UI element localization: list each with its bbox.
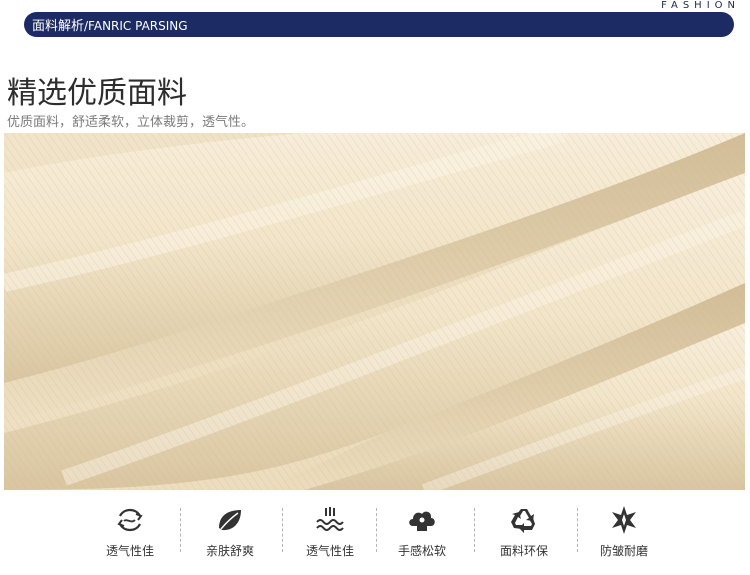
feature-item: 面料环保 (474, 500, 574, 570)
feature-item: 透气性佳 (280, 500, 380, 570)
leaf-icon (219, 510, 241, 531)
main-heading: 精选优质面料 (7, 76, 187, 111)
feature-item: 手感松软 (372, 500, 472, 570)
section-header-bar: 面料解析/FANRIC PARSING (24, 12, 734, 37)
feature-label: 手感松软 (397, 544, 446, 558)
section-title-en: /FANRIC PARSING (84, 19, 188, 33)
airflow-icon (117, 508, 143, 532)
section-title-cn: 面料解析 (32, 19, 85, 34)
feature-label: 透气性佳 (305, 544, 354, 558)
feature-item: 亲肤舒爽 (180, 500, 280, 570)
feature-item: 防皱耐磨 (574, 500, 674, 570)
feature-label: 亲肤舒爽 (205, 544, 254, 558)
feature-label: 透气性佳 (105, 544, 154, 558)
fabric-texture-image (4, 133, 745, 490)
recycle-icon (511, 509, 535, 533)
feature-strip: 透气性佳 亲肤舒爽 透气性佳 手感松软 面料环保 防皱耐磨 (0, 500, 750, 570)
cloud-icon (409, 511, 435, 531)
feature-item: 透气性佳 (80, 500, 180, 570)
sub-heading: 优质面料，舒适柔软，立体裁剪，透气性。 (7, 115, 255, 130)
steam-wave-icon (316, 507, 344, 531)
feature-label: 面料环保 (499, 544, 548, 558)
feature-label: 防皱耐磨 (599, 544, 648, 558)
fabric-photo (4, 133, 745, 490)
section-title: 面料解析/FANRIC PARSING (32, 15, 188, 34)
star-shield-icon (612, 506, 636, 534)
